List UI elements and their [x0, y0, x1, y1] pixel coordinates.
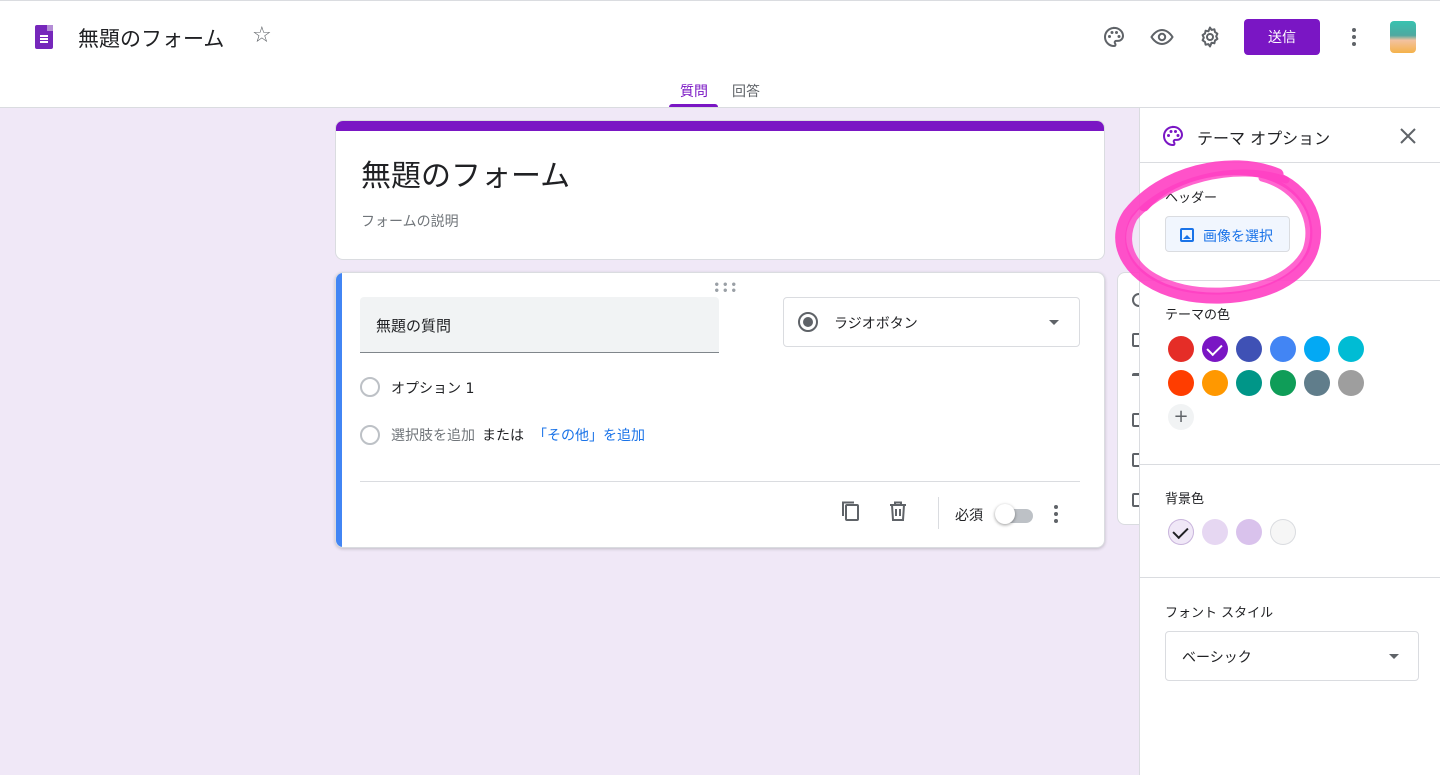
theme-color-swatch[interactable]	[1168, 336, 1194, 362]
panel-divider	[1140, 280, 1440, 281]
add-custom-color-icon[interactable]: +	[1168, 404, 1194, 430]
question-footer-divider	[360, 481, 1080, 482]
active-tab-indicator	[669, 104, 718, 107]
theme-color-swatch[interactable]	[1338, 370, 1364, 396]
panel-divider	[1140, 577, 1440, 578]
send-button[interactable]: 送信	[1244, 19, 1320, 55]
more-vert-icon[interactable]	[1344, 27, 1364, 47]
theme-panel-title: テーマ オプション	[1197, 129, 1331, 148]
select-image-button[interactable]: 画像を選択	[1165, 216, 1290, 252]
document-title[interactable]: 無題のフォーム	[78, 23, 224, 53]
theme-color-swatch[interactable]	[1338, 336, 1364, 362]
background-color-swatch[interactable]	[1168, 519, 1194, 545]
header-section-label: ヘッダー	[1165, 191, 1218, 206]
select-image-label: 画像を選択	[1203, 229, 1273, 245]
add-other-link[interactable]: 「その他」を追加	[533, 425, 645, 445]
form-description[interactable]: フォームの説明	[361, 211, 459, 231]
trash-icon[interactable]	[886, 499, 910, 523]
duplicate-icon[interactable]	[838, 499, 862, 523]
theme-color-label: テーマの色	[1165, 308, 1231, 323]
question-type-label: ラジオボタン	[834, 316, 918, 332]
panel-divider	[1140, 464, 1440, 465]
dropdown-arrow-icon	[1049, 320, 1059, 325]
theme-color-swatch[interactable]	[1236, 370, 1262, 396]
tab-questions[interactable]: 質問	[680, 81, 708, 101]
footer-separator	[938, 497, 939, 529]
question-more-icon[interactable]	[1046, 503, 1066, 525]
theme-color-swatch[interactable]	[1304, 370, 1330, 396]
question-type-select[interactable]: ラジオボタン	[783, 297, 1080, 347]
font-style-label: フォント スタイル	[1165, 606, 1274, 621]
question-card-accent	[336, 273, 342, 547]
question-title-text: 無題の質問	[376, 317, 452, 335]
question-title-input[interactable]: 無題の質問	[360, 297, 719, 353]
theme-color-swatch[interactable]	[1304, 336, 1330, 362]
palette-icon[interactable]	[1100, 23, 1128, 51]
eye-icon[interactable]	[1148, 23, 1176, 51]
theme-color-swatch[interactable]	[1202, 336, 1228, 362]
theme-color-swatch[interactable]	[1270, 370, 1296, 396]
background-color-swatch[interactable]	[1236, 519, 1262, 545]
add-option-link[interactable]: 選択肢を追加	[391, 425, 475, 445]
palette-icon	[1161, 124, 1185, 152]
tabs: 質問 回答	[0, 81, 1440, 109]
drag-handle-icon[interactable]: ∙∙∙ ∙∙∙	[713, 278, 739, 296]
gear-icon[interactable]	[1196, 23, 1224, 51]
option-1-input[interactable]: オプション 1	[391, 378, 474, 398]
theme-color-swatch[interactable]	[1168, 370, 1194, 396]
close-icon[interactable]	[1396, 124, 1420, 148]
form-title[interactable]: 無題のフォーム	[361, 151, 570, 195]
font-style-select[interactable]: ベーシック	[1165, 631, 1419, 681]
question-card[interactable]: ∙∙∙ ∙∙∙ 無題の質問 ラジオボタン オプション 1 選択肢を追加 または 「…	[335, 272, 1105, 548]
background-color-label: 背景色	[1165, 492, 1205, 507]
title-card-accent	[336, 121, 1104, 131]
theme-color-swatch[interactable]	[1270, 336, 1296, 362]
theme-options-panel: テーマ オプション ヘッダー 画像を選択 テーマの色 + 背景色 フォント スタ…	[1139, 108, 1440, 775]
form-title-card[interactable]: 無題のフォーム フォームの説明	[335, 120, 1105, 260]
required-toggle-knob[interactable]	[995, 504, 1015, 524]
theme-color-swatch[interactable]	[1202, 370, 1228, 396]
background-color-swatch[interactable]	[1270, 519, 1296, 545]
star-icon[interactable]: ☆	[252, 23, 272, 49]
theme-color-swatch[interactable]	[1236, 336, 1262, 362]
font-style-value: ベーシック	[1182, 650, 1252, 666]
or-text: または	[482, 428, 524, 444]
required-label: 必須	[955, 508, 983, 524]
background-color-swatch[interactable]	[1202, 519, 1228, 545]
avatar[interactable]	[1390, 21, 1416, 53]
google-forms-logo-icon[interactable]	[35, 25, 53, 49]
theme-panel-header: テーマ オプション	[1140, 108, 1440, 163]
option-radio-icon	[360, 377, 380, 397]
dropdown-arrow-icon	[1389, 654, 1399, 659]
image-icon	[1180, 228, 1194, 242]
tab-responses[interactable]: 回答	[732, 81, 760, 101]
top-bar: 無題のフォーム ☆ 送信 質問 回答	[0, 0, 1440, 108]
radio-button-icon	[798, 312, 818, 332]
add-option-radio-icon	[360, 425, 380, 445]
